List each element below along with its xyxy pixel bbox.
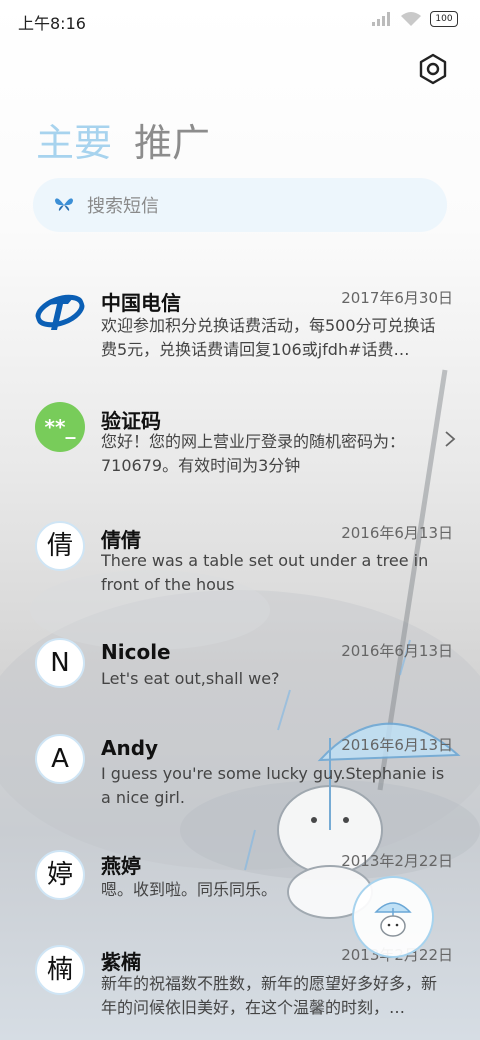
contact-name: Nicole: [101, 640, 171, 664]
message-date: 2017年6月30日: [341, 289, 453, 307]
tab-bar: 主要 推广: [36, 112, 210, 167]
avatar: N: [35, 638, 85, 688]
contact-name: 中国电信: [101, 291, 181, 315]
china-telecom-logo: [35, 294, 85, 330]
gear-icon: [419, 53, 447, 85]
battery-icon: 100: [430, 11, 458, 27]
contact-name: Andy: [101, 736, 159, 760]
message-preview: Let's eat out,shall we?: [101, 669, 280, 688]
cat-umbrella-icon: [374, 902, 412, 937]
search-input[interactable]: [85, 188, 429, 224]
compose-button[interactable]: [352, 876, 434, 958]
contact-name: 紫楠: [101, 950, 141, 974]
status-time: 上午8:16: [18, 14, 86, 33]
chevron-right-icon: [445, 431, 456, 447]
avatar: **_: [35, 402, 85, 452]
message-date: 2016年6月13日: [341, 642, 453, 660]
conversation-row-china-telecom[interactable]: 中国电信 2017年6月30日 欢迎参加积分兑换话费活动，每500分可兑换话费5…: [0, 270, 480, 370]
tab-promotions[interactable]: 推广: [134, 112, 210, 167]
contact-name: 燕婷: [101, 854, 141, 878]
avatar: 楠: [35, 945, 85, 995]
status-bar: 上午8:16 100: [0, 0, 480, 40]
avatar: A: [35, 734, 85, 784]
message-preview: 新年的祝福数不胜数，新年的愿望好多好多，新年的问候依旧美好，在这个温馨的时刻，…: [101, 974, 438, 1017]
message-date: 2016年6月13日: [341, 736, 453, 754]
avatar: 倩: [35, 521, 85, 571]
conversation-row[interactable]: A Andy 2016年6月13日 I guess you're some lu…: [0, 720, 480, 820]
message-preview: I guess you're some lucky guy.Stephanie …: [101, 764, 445, 807]
message-preview: 您好！您的网上营业厅登录的随机密码为：710679。有效时间为3分钟: [101, 432, 406, 475]
message-preview: 欢迎参加积分兑换话费活动，每500分可兑换话费5元，兑换话费请回复106或jfd…: [101, 316, 436, 359]
message-date: 2013年2月22日: [341, 852, 453, 870]
message-date: 2016年6月13日: [341, 524, 453, 542]
conversation-row[interactable]: 倩 倩倩 2016年6月13日 There was a table set ou…: [0, 504, 480, 604]
tab-main[interactable]: 主要: [36, 112, 112, 167]
conversation-row-verification[interactable]: **_ 验证码 您好！您的网上营业厅登录的随机密码为：710679。有效时间为3…: [0, 382, 480, 482]
status-icons: 100: [372, 11, 458, 27]
butterfly-icon: [55, 198, 73, 211]
avatar: 婷: [35, 850, 85, 900]
wifi-icon: [401, 12, 421, 26]
signal-icon: [372, 12, 390, 26]
settings-button[interactable]: [416, 52, 450, 86]
conversation-row[interactable]: N Nicole 2016年6月13日 Let's eat out,shall …: [0, 622, 480, 722]
search-bar[interactable]: [33, 178, 447, 232]
message-preview: There was a table set out under a tree i…: [101, 551, 429, 594]
